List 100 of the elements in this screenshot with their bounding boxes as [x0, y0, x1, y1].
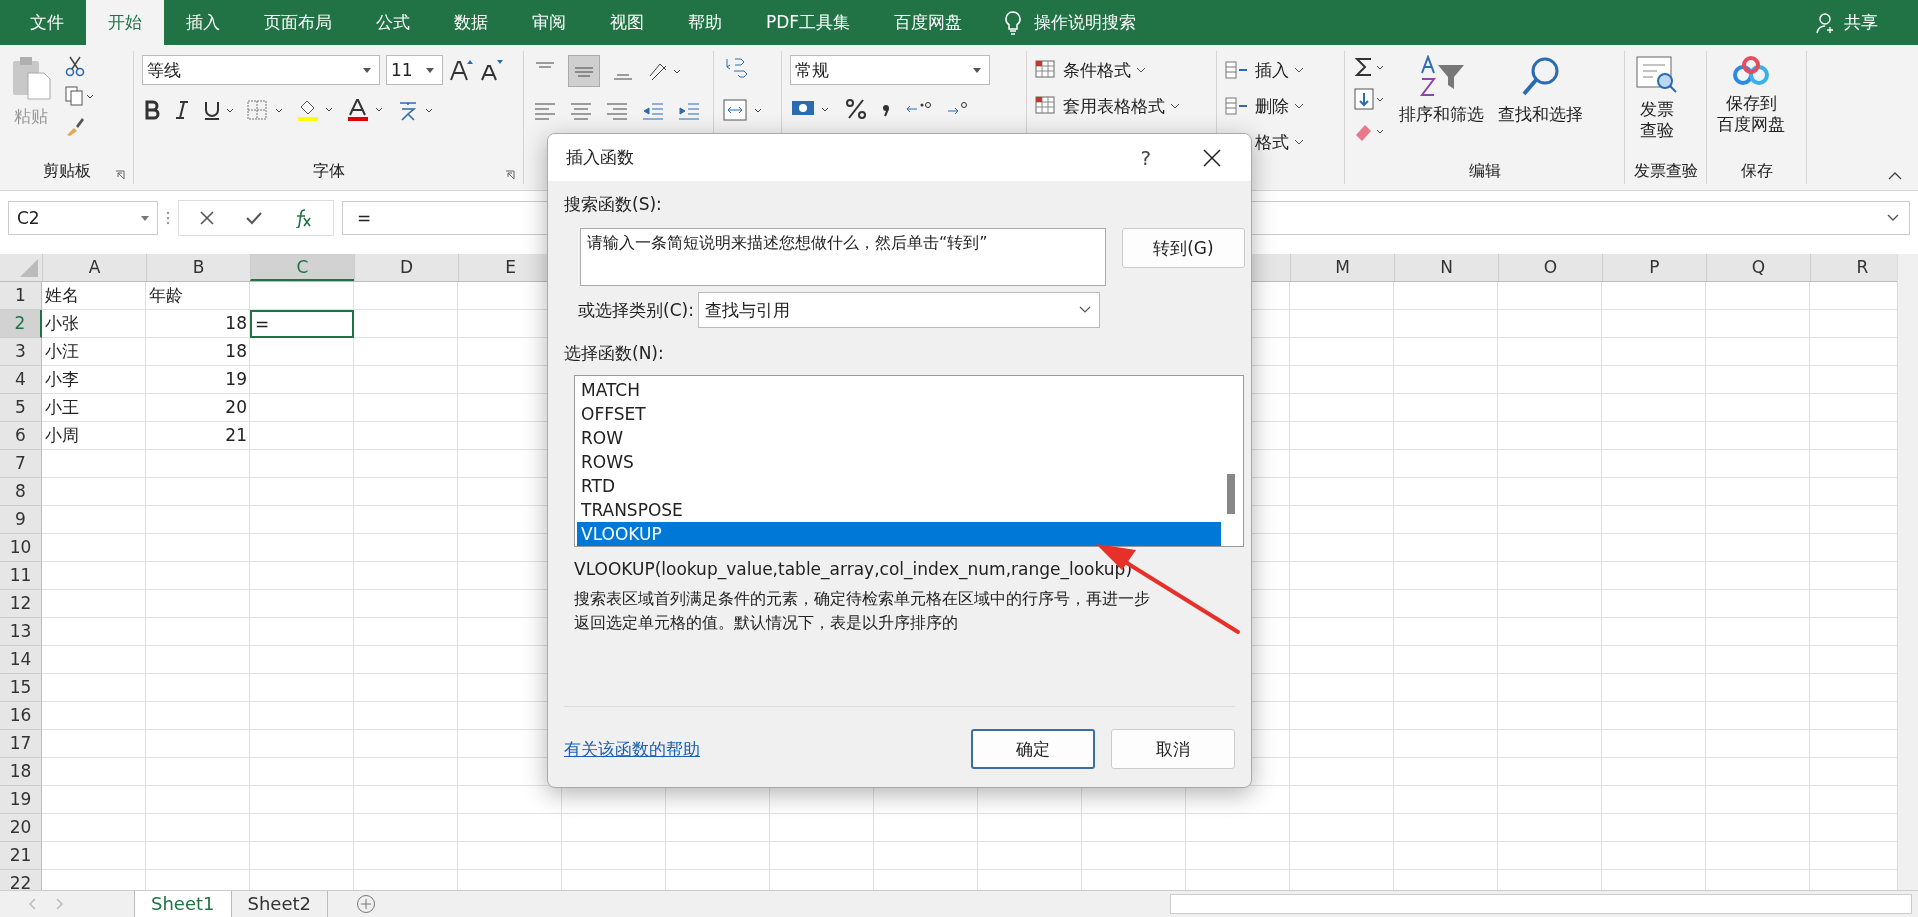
- ribbon-tab[interactable]: 页面布局: [242, 0, 354, 45]
- function-item[interactable]: ROW: [577, 426, 1221, 450]
- help-link[interactable]: 有关该函数的帮助: [564, 737, 700, 761]
- row-header[interactable]: 20: [0, 814, 42, 842]
- row-header[interactable]: 18: [0, 758, 42, 786]
- ribbon-tab[interactable]: 开始: [86, 0, 164, 45]
- row-header[interactable]: 13: [0, 618, 42, 646]
- number-format-dropdown[interactable]: 常规: [790, 55, 990, 85]
- expand-icon[interactable]: [1887, 214, 1899, 222]
- share-button[interactable]: 共享: [1844, 11, 1878, 34]
- sort-filter-button[interactable]: 排序和筛选: [1397, 51, 1486, 130]
- row-header[interactable]: 22: [0, 870, 42, 890]
- clipboard-icon: [10, 55, 52, 101]
- row-header[interactable]: 14: [0, 646, 42, 674]
- ok-button[interactable]: 确定: [971, 729, 1095, 769]
- dialog-launcher-icon[interactable]: [115, 170, 125, 180]
- name-box[interactable]: C2: [8, 201, 158, 235]
- help-button[interactable]: ?: [1140, 145, 1151, 170]
- scrollbar-thumb[interactable]: [1227, 474, 1235, 514]
- row-header[interactable]: 5: [0, 394, 42, 422]
- ribbon-tab[interactable]: 百度网盘: [872, 0, 985, 45]
- find-select-button[interactable]: 查找和选择: [1496, 51, 1585, 130]
- tell-me-search[interactable]: 操作说明搜索: [1034, 11, 1137, 34]
- cell-text: 19: [225, 368, 247, 391]
- function-item[interactable]: OFFSET: [577, 402, 1221, 426]
- cells-icon: [1225, 96, 1249, 116]
- row-header[interactable]: 2: [0, 310, 42, 338]
- cells-menu-button[interactable]: 删除: [1225, 91, 1303, 121]
- row-header[interactable]: 3: [0, 338, 42, 366]
- sheet-tab[interactable]: Sheet1: [134, 891, 232, 917]
- row-header[interactable]: 10: [0, 534, 42, 562]
- add-sheet-icon[interactable]: [356, 894, 376, 914]
- sheet-tab[interactable]: Sheet2: [231, 891, 328, 917]
- dialog-launcher-icon[interactable]: [505, 170, 515, 180]
- grow-font-icon[interactable]: [449, 58, 473, 82]
- save-to-cloud-button[interactable]: 保存到 百度网盘: [1715, 51, 1787, 140]
- active-cell[interactable]: =: [250, 310, 354, 338]
- function-item[interactable]: MATCH: [577, 378, 1221, 402]
- scissors-icon[interactable]: [64, 55, 86, 77]
- cell-text: 20: [225, 396, 247, 419]
- underline-icon[interactable]: [202, 99, 236, 121]
- checkmark-icon[interactable]: [245, 210, 263, 226]
- search-label: 搜索函数(S):: [564, 193, 662, 216]
- drag-handle-icon[interactable]: [166, 210, 170, 226]
- font-size-dropdown[interactable]: 11: [386, 55, 443, 85]
- column-header[interactable]: C: [250, 254, 354, 281]
- row-header[interactable]: 16: [0, 702, 42, 730]
- vertical-scrollbar[interactable]: [1897, 254, 1918, 890]
- row-header[interactable]: 4: [0, 366, 42, 394]
- function-icon[interactable]: [293, 208, 313, 228]
- row-header[interactable]: 19: [0, 786, 42, 814]
- person-add-icon: [1816, 11, 1836, 34]
- search-field[interactable]: 请输入一条简短说明来描述您想做什么，然后单击“转到”: [580, 228, 1106, 286]
- ribbon-tab[interactable]: 帮助: [666, 0, 744, 45]
- ribbon-tab[interactable]: PDF工具集: [744, 0, 873, 45]
- copy-icon[interactable]: [64, 85, 94, 107]
- ribbon-tab[interactable]: 公式: [354, 0, 432, 45]
- shrink-font-icon[interactable]: [479, 58, 503, 82]
- ribbon-tab[interactable]: 视图: [588, 0, 666, 45]
- cell-text: 18: [225, 340, 247, 363]
- styles-menu-button[interactable]: 套用表格格式: [1035, 91, 1179, 121]
- row-header[interactable]: 21: [0, 842, 42, 870]
- row-header[interactable]: 1: [0, 282, 42, 310]
- function-item[interactable]: ROWS: [577, 450, 1221, 474]
- row-header[interactable]: 12: [0, 590, 42, 618]
- cell-text: 姓名: [45, 284, 79, 307]
- function-item[interactable]: TRANSPOSE: [577, 498, 1221, 522]
- ribbon-tab[interactable]: 数据: [432, 0, 510, 45]
- collapse-ribbon-icon[interactable]: [1888, 172, 1902, 180]
- percent-icon[interactable]: [844, 97, 868, 121]
- function-list-label: 选择函数(N):: [564, 342, 664, 365]
- row-header[interactable]: 9: [0, 506, 42, 534]
- caret-icon: [141, 215, 149, 221]
- close-icon[interactable]: [1203, 148, 1221, 167]
- row-header[interactable]: 7: [0, 450, 42, 478]
- cell-text: 21: [225, 424, 247, 447]
- caret-icon: [1171, 103, 1179, 109]
- invoice-check-button[interactable]: 发票 查验: [1633, 51, 1681, 146]
- row-header[interactable]: 15: [0, 674, 42, 702]
- ribbon-tab[interactable]: 插入: [164, 0, 242, 45]
- horizontal-scrollbar[interactable]: [1170, 894, 1912, 914]
- row-header[interactable]: 6: [0, 422, 42, 450]
- ribbon-tab[interactable]: 文件: [8, 0, 86, 45]
- group-label: 剪贴板: [42, 160, 91, 182]
- caret-icon: [1295, 103, 1303, 109]
- category-dropdown[interactable]: 查找与引用: [697, 292, 1100, 328]
- cancel-icon[interactable]: [199, 210, 215, 226]
- font-name-dropdown[interactable]: 等线: [142, 55, 380, 85]
- styles-menu-button[interactable]: 条件格式: [1035, 55, 1145, 85]
- row-header[interactable]: 8: [0, 478, 42, 506]
- function-item[interactable]: RTD: [577, 474, 1221, 498]
- cells-menu-button[interactable]: 插入: [1225, 55, 1303, 85]
- row-header[interactable]: 11: [0, 562, 42, 590]
- group-label: 字体: [312, 160, 345, 182]
- ribbon-tab[interactable]: 审阅: [510, 0, 588, 45]
- go-button[interactable]: 转到(G): [1121, 228, 1245, 268]
- function-item[interactable]: VLOOKUP: [577, 522, 1221, 546]
- cancel-button[interactable]: 取消: [1111, 729, 1235, 769]
- invoice-icon: [1635, 55, 1679, 95]
- row-header[interactable]: 17: [0, 730, 42, 758]
